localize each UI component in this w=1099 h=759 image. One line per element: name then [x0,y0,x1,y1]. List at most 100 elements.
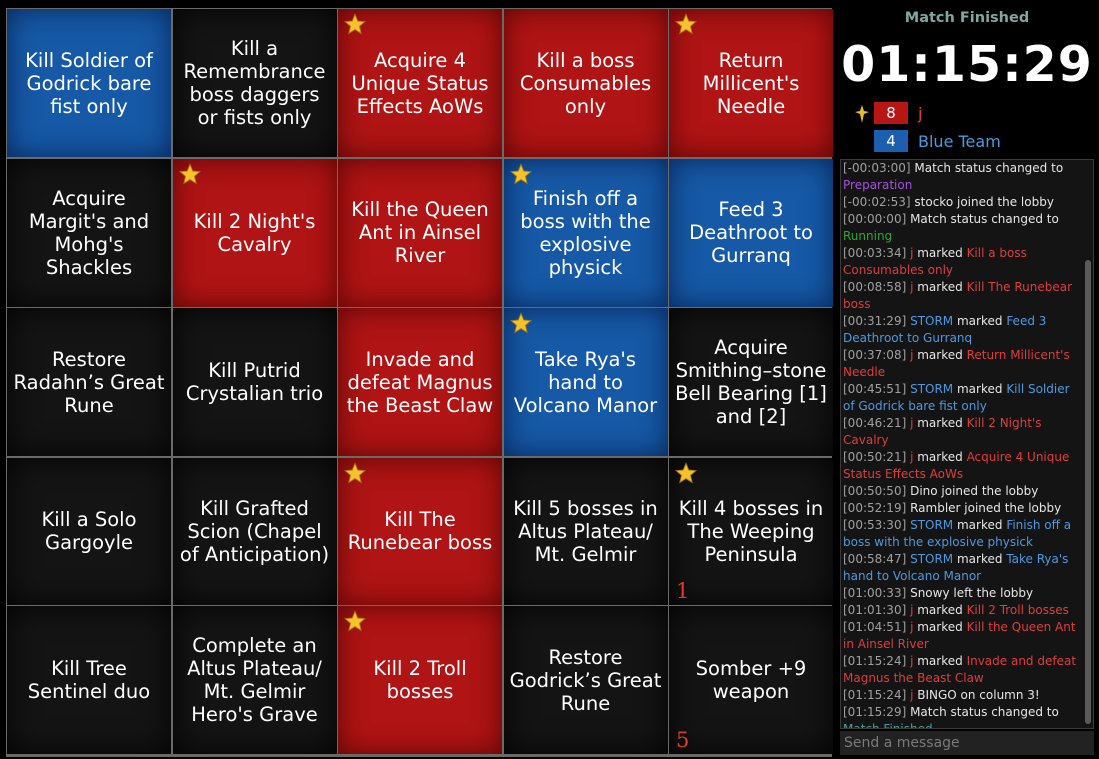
chat-entry-segment: Snowy left the lobby [910,586,1034,600]
bingo-cell-text: Return Millicent's Needle [702,48,800,118]
chat-entry-segment: marked [913,348,967,362]
bingo-cell[interactable]: Kill Grafted Scion (Chapel of Anticipati… [172,457,337,605]
bingo-cell[interactable]: Return Millicent's Needle [669,9,833,157]
chat-entry-segment: Kill 2 Troll bosses [966,603,1069,617]
bingo-cell[interactable]: Kill The Runebear boss [338,457,502,605]
chat-entry-segment: marked [913,450,967,464]
bingo-cell-text: Kill 2 Troll bosses [373,657,467,703]
bingo-cell[interactable]: Complete an Altus Plateau/ Mt. Gelmir He… [172,606,337,754]
chat-entry-segment: [01:00:33] [843,586,911,600]
chat-entry-segment: marked [953,314,1007,328]
chat-entry-segment: [01:15:24] [843,654,911,668]
bingo-cell[interactable]: Kill a Remembrance boss daggers or fists… [172,9,337,157]
bingo-cell[interactable]: Feed 3 Deathroot to Gurranq [669,158,833,307]
bingo-cell-text: Acquire Smithing–stone Bell Bearing [1] … [675,336,827,428]
bingo-cell[interactable]: Kill a boss Consumables only [503,9,668,157]
chat-entry-segment: [00:31:29] [843,314,911,328]
chat-entry-segment: [-00:02:53] [843,195,915,209]
bingo-cell-text: Kill 5 bosses in Altus Plateau/ Mt. Gelm… [513,496,658,566]
chat-entry-segment: marked [913,603,967,617]
bingo-cell[interactable]: Kill 2 Troll bosses [338,606,502,754]
bingo-cell-text: Restore Godrick’s Great Rune [509,645,662,715]
bingo-cell-text: Kill a Solo Gargoyle [41,508,137,554]
chat-entry-segment: BINGO on column 3! [913,688,1040,702]
chat-entry: [01:15:29] Match status changed to Match… [843,704,1079,729]
star-icon [509,162,532,185]
chat-entry-segment: [01:01:30] [843,603,911,617]
bingo-cell[interactable]: Kill 2 Night's Cavalry [172,158,337,307]
chat-entry-segment: [00:00:00] [843,212,911,226]
chat-entry: [00:58:47] STORM marked Take Rya's hand … [843,551,1079,585]
chat-entry: [00:03:34] j marked Kill a boss Consumab… [843,245,1079,279]
bingo-cell[interactable]: Restore Radahn’s Great Rune [7,308,171,456]
chat-entry-segment: Match Finished [843,722,933,729]
chat-entry: [00:53:30] STORM marked Finish off a bos… [843,517,1079,551]
chat-entry-segment: [00:50:21] [843,450,911,464]
star-icon [674,13,698,35]
bingo-cell[interactable]: Kill the Queen Ant in Ainsel River [338,158,502,307]
bingo-cell-text: Invade and defeat Magnus the Beast Claw [346,347,494,417]
chat-entry-segment: [01:15:24] [843,688,911,702]
bingo-cell[interactable]: Kill Soldier of Godrick bare fist only [7,9,171,157]
bingo-cell-text: Kill Soldier of Godrick bare fist only [25,48,153,118]
chat-entry-segment: marked [913,654,967,668]
star-icon [343,13,367,35]
chat-entry: [00:46:21] j marked Kill 2 Night's Caval… [843,415,1079,449]
chat-entry: [01:15:24] j marked Invade and defeat Ma… [843,653,1079,687]
bingo-cell[interactable]: Kill 4 bosses in The Weeping Peninsula 1 [669,457,833,605]
chat-entry: [00:31:29] STORM marked Feed 3 Deathroot… [843,313,1079,347]
chat-entry-segment: Dino joined the lobby [910,484,1039,498]
chat-entry-segment: [01:04:51] [843,620,911,634]
team-row-red[interactable]: 8 j [874,102,922,124]
bingo-cell[interactable]: Finish off a boss with the explosive phy… [503,158,668,307]
star-icon [674,461,698,484]
bingo-cell[interactable]: Invade and defeat Magnus the Beast Claw [338,308,502,456]
chat-scroll-thumb[interactable] [1085,260,1091,724]
bingo-cell-text: Kill Tree Sentinel duo [27,657,151,703]
bingo-cell[interactable]: Kill Putrid Crystalian trio [172,308,337,456]
bingo-cell[interactable]: Kill a Solo Gargoyle [7,457,171,605]
leader-icon [855,105,869,123]
chat-entry-segment: STORM [910,314,954,328]
chat-entry: [00:00:00] Match status changed to Runni… [843,211,1079,245]
chat-entry-segment: marked [953,518,1007,532]
bingo-cell-text: Restore Radahn’s Great Rune [13,347,165,417]
chat-entry: [00:52:19] Rambler joined the lobby [843,500,1079,517]
bingo-cell[interactable]: Acquire 4 Unique Status Effects AoWs [338,9,502,157]
team-row-blue[interactable]: 4 Blue Team [874,130,1001,152]
chat-entry-segment: STORM [910,382,954,396]
bingo-cell[interactable]: Restore Godrick’s Great Rune [503,606,668,754]
chat-entry: [00:37:08] j marked Return Millicent's N… [843,347,1079,381]
bingo-cell[interactable]: Somber +9 weapon 5 [669,606,833,754]
chat-entry-segment: marked [953,382,1007,396]
team-score: 4 [874,130,908,152]
bingo-cell[interactable]: Acquire Margit's and Mohg's Shackles [7,158,171,307]
chat-entry-segment: [00:52:19] [843,501,911,515]
chat-log[interactable]: [-00:03:00] Match status changed to Prep… [840,159,1094,729]
chat-entry-segment: marked [913,280,967,294]
chat-scrollbar[interactable] [1085,164,1091,724]
match-sidebar: Match Finished 01:15:29 8 j 4 Blue Team … [838,8,1096,757]
chat-entry-segment: stocko joined the lobby [914,195,1054,209]
bingo-cell-text: Acquire 4 Unique Status Effects AoWs [351,48,489,118]
chat-entry: [01:15:24] j BINGO on column 3! [843,687,1079,704]
bingo-cell-text: Finish off a boss with the explosive phy… [520,186,651,279]
bingo-cell[interactable]: Take Rya's hand to Volcano Manor [503,308,668,456]
bingo-cell[interactable]: Kill 5 bosses in Altus Plateau/ Mt. Gelm… [503,457,668,605]
chat-message-input[interactable] [840,731,1094,755]
star-icon [178,162,201,185]
chat-entry: [01:01:30] j marked Kill 2 Troll bosses [843,602,1079,619]
bingo-cell-text: Kill Putrid Crystalian trio [185,359,324,405]
bingo-cell[interactable]: Kill Tree Sentinel duo [7,606,171,754]
chat-entry: [01:04:51] j marked Kill the Queen Ant i… [843,619,1079,653]
bingo-cell[interactable]: Acquire Smithing–stone Bell Bearing [1] … [669,308,833,456]
bingo-cell-text: Feed 3 Deathroot to Gurranq [689,198,813,267]
chat-entry-segment: [00:37:08] [843,348,911,362]
bingo-board: Kill Soldier of Godrick bare fist only Ki… [6,8,833,757]
chat-entry-segment: marked [953,552,1007,566]
team-name: j [918,103,923,123]
chat-entry-segment: STORM [910,552,954,566]
chat-entry-segment: marked [913,246,967,260]
match-timer: 01:15:29 [841,36,1093,93]
chat-entry: [00:08:58] j marked Kill The Runebear bo… [843,279,1079,313]
